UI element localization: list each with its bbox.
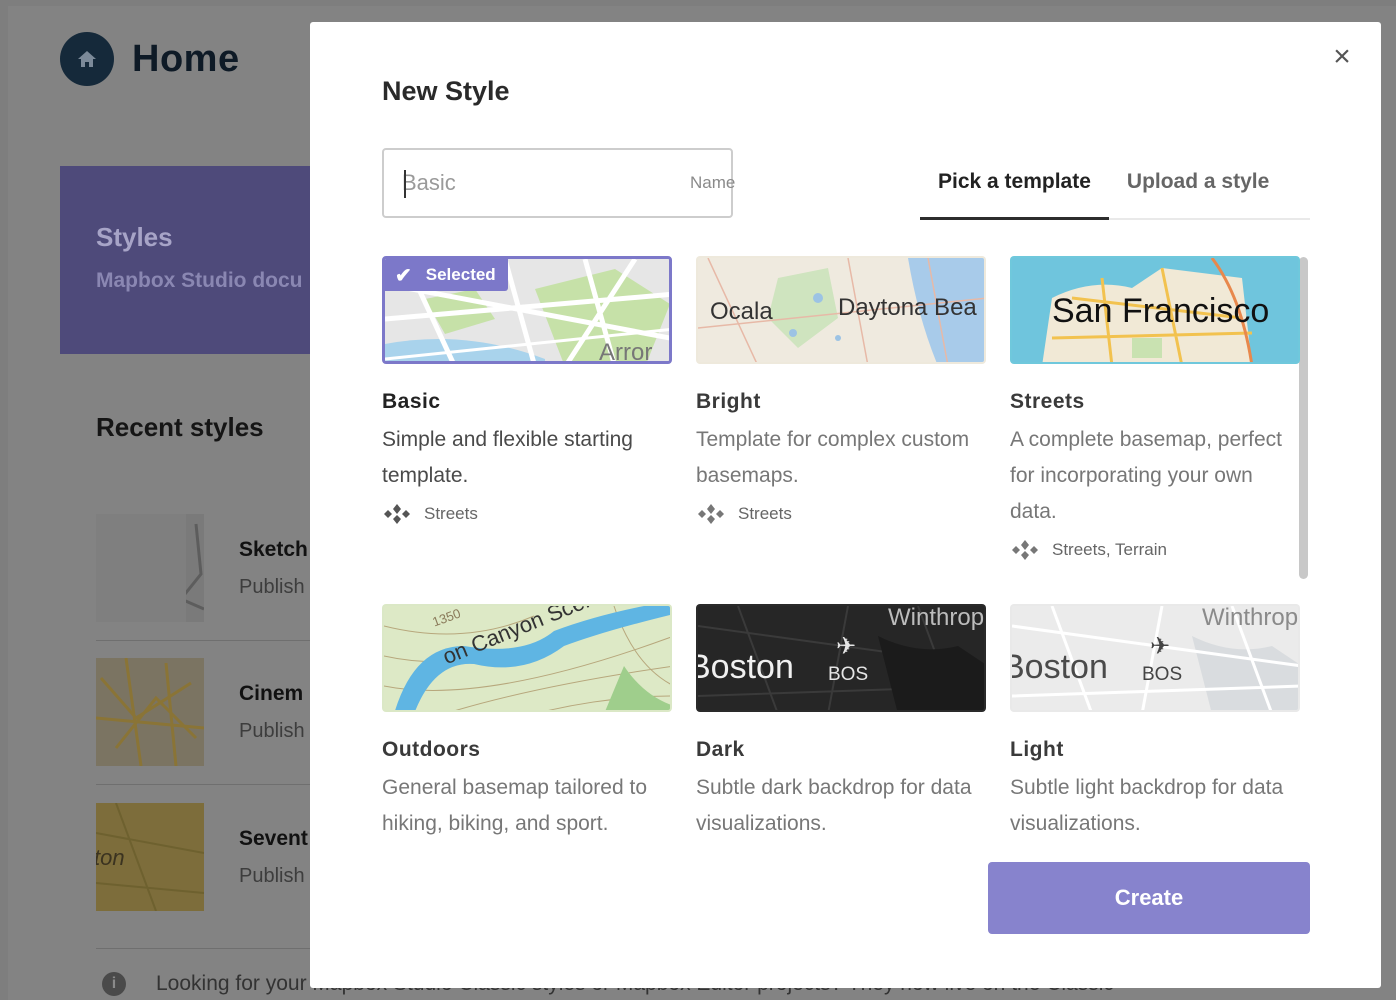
styles-banner: Styles Mapbox Studio docu xyxy=(60,166,320,354)
create-button[interactable]: Create xyxy=(988,862,1310,934)
name-field-label: Name xyxy=(690,173,736,192)
map-label: Boston xyxy=(1010,648,1108,686)
check-icon: ✔ xyxy=(395,264,412,287)
divider xyxy=(96,640,326,641)
template-description: General basemap tailored to hiking, biki… xyxy=(382,776,647,835)
template-title: Outdoors xyxy=(382,738,481,761)
divider xyxy=(96,948,326,949)
banner-title: Styles xyxy=(96,222,173,252)
template-title: Basic xyxy=(382,390,441,413)
close-icon[interactable]: × xyxy=(1327,42,1357,72)
template-thumbnail: Boston ✈ BOS Winthrop xyxy=(1010,604,1300,712)
template-description: Subtle dark backdrop for data visualizat… xyxy=(696,776,972,835)
recent-style-item[interactable]: Cinem Publish xyxy=(96,658,326,766)
template-thumbnail: Ocala Daytona Bea xyxy=(696,256,986,364)
style-name-input[interactable] xyxy=(402,170,690,196)
recent-thumb-label: ton xyxy=(96,845,125,870)
template-tabs: Pick a template Upload a style xyxy=(920,162,1310,220)
template-title: Light xyxy=(1010,738,1064,761)
template-card-streets[interactable]: San Francisco Streets A complete basemap… xyxy=(1010,256,1300,562)
recent-styles-heading: Recent styles xyxy=(96,412,264,442)
selected-badge: ✔ Selected xyxy=(385,259,508,291)
tab-pick-template[interactable]: Pick a template xyxy=(920,162,1109,220)
template-description: Subtle light backdrop for data visualiza… xyxy=(1010,776,1284,835)
recent-style-name: Sketch xyxy=(239,538,308,561)
style-name-field[interactable]: Name xyxy=(382,148,736,218)
template-card-outdoors[interactable]: on Canyon Scenic Dr 1350 Outdoors Genera… xyxy=(382,604,672,842)
template-thumbnail: on Canyon Scenic Dr 1350 xyxy=(382,604,672,712)
recent-style-status: Publish xyxy=(239,720,305,742)
map-label: San Francisco xyxy=(1052,292,1270,330)
template-card-dark[interactable]: Boston ✈ BOS Winthrop Dark Subtle dark b… xyxy=(696,604,986,842)
map-label: Daytona Bea xyxy=(838,294,977,321)
template-description: Simple and flexible starting template. xyxy=(382,428,633,487)
template-title: Dark xyxy=(696,738,745,761)
map-label: Winthrop xyxy=(888,604,985,631)
divider xyxy=(96,784,326,785)
recent-style-name: Cinem xyxy=(239,682,304,705)
scrollbar[interactable] xyxy=(1299,257,1308,579)
home-icon[interactable] xyxy=(60,32,114,86)
template-card-bright[interactable]: Ocala Daytona Bea Bright Template for co… xyxy=(696,256,986,526)
layers-icon xyxy=(698,504,724,524)
map-label: Ocala xyxy=(710,298,773,325)
layers-icon xyxy=(1012,540,1038,560)
tab-upload-style[interactable]: Upload a style xyxy=(1109,162,1287,220)
selected-badge-label: Selected xyxy=(425,265,496,284)
template-title: Streets xyxy=(1010,390,1085,413)
info-icon: i xyxy=(102,972,126,996)
template-title: Bright xyxy=(696,390,761,413)
banner-subtitle: Mapbox Studio docu xyxy=(96,269,303,292)
map-label: Boston xyxy=(696,648,794,686)
map-label: Arror xyxy=(599,339,653,364)
template-meta: Streets xyxy=(382,502,672,526)
airport-icon: ✈ xyxy=(836,633,857,660)
template-thumbnail: Boston ✈ BOS Winthrop xyxy=(696,604,986,712)
template-card-basic[interactable]: Arror ✔ Selected Basic Simple and flexib… xyxy=(382,256,672,526)
modal-title: New Style xyxy=(382,76,510,106)
new-style-modal: × New Style Name Pick a template Upload … xyxy=(310,22,1381,988)
template-meta-text: Streets, Terrain xyxy=(1052,540,1167,559)
template-meta: Streets xyxy=(696,502,986,526)
template-thumbnail: Arror ✔ Selected xyxy=(382,256,672,364)
recent-style-thumbnail: ton xyxy=(96,803,204,911)
map-label: BOS xyxy=(1142,664,1183,685)
page-title: Home xyxy=(132,37,240,80)
template-meta-text: Streets xyxy=(424,504,478,523)
map-label: BOS xyxy=(828,664,869,685)
text-caret xyxy=(404,170,406,198)
template-description: Template for complex custom basemaps. xyxy=(696,428,970,487)
template-meta-text: Streets xyxy=(738,504,792,523)
page-header: Home xyxy=(60,32,240,86)
template-thumbnail: San Francisco xyxy=(1010,256,1300,364)
template-meta: Streets, Terrain xyxy=(1010,538,1300,562)
recent-style-item[interactable]: ton Sevent Publish xyxy=(96,803,326,911)
airport-icon: ✈ xyxy=(1150,633,1171,660)
recent-style-status: Publish xyxy=(239,865,305,887)
template-description: A complete basemap, perfect for incorpor… xyxy=(1010,428,1282,523)
template-card-light[interactable]: Boston ✈ BOS Winthrop Light Subtle light… xyxy=(1010,604,1300,842)
recent-style-status: Publish xyxy=(239,576,305,598)
map-label: Winthrop xyxy=(1202,604,1299,631)
recent-style-thumbnail xyxy=(96,514,204,622)
recent-style-item[interactable]: Sketch Publish xyxy=(96,514,326,622)
recent-style-thumbnail xyxy=(96,658,204,766)
recent-style-name: Sevent xyxy=(239,827,308,850)
layers-icon xyxy=(384,504,410,524)
